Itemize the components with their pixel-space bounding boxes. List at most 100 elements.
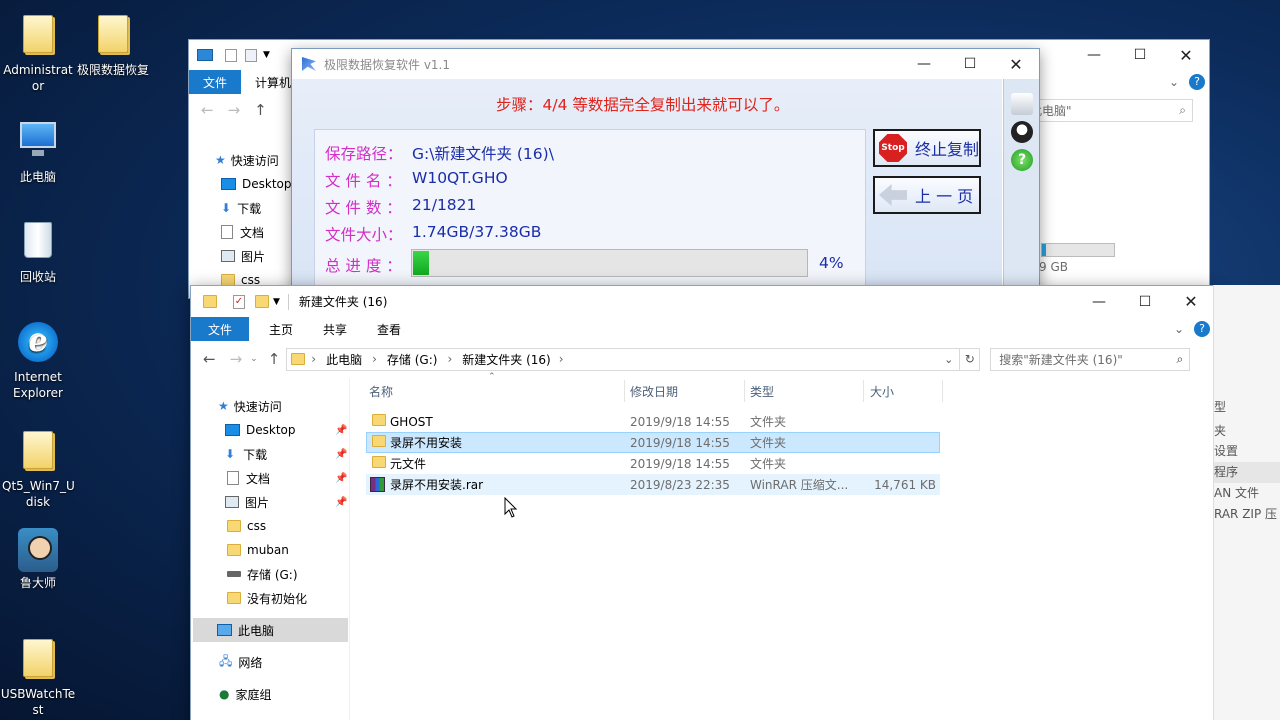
chevron-down-icon[interactable]: ▼ xyxy=(273,297,280,307)
nav-homegroup[interactable]: ● 家庭组 xyxy=(193,682,348,706)
nav-downloads[interactable]: ⬇ 下载 📌 xyxy=(193,442,348,466)
printer-icon[interactable] xyxy=(1011,93,1033,115)
maximize-button[interactable]: ☐ xyxy=(1122,287,1168,317)
nav-network[interactable]: 🖧 网络 xyxy=(193,650,348,674)
picture-icon xyxy=(221,250,235,262)
main-ribbon: 文件 主页 共享 查看 ⌄ ? xyxy=(191,317,1214,341)
info-row-file-size: 文件大小： 1.74GB/37.38GB xyxy=(325,223,542,244)
nav-uninitialized[interactable]: 没有初始化 xyxy=(193,586,348,610)
close-button[interactable]: ✕ xyxy=(1163,40,1209,70)
new-folder-icon[interactable] xyxy=(255,295,269,308)
desktop-icon-usbwatchtest[interactable]: USBWatchTest xyxy=(0,636,76,718)
forward-arrow-icon[interactable]: → xyxy=(230,350,243,368)
breadcrumb-drive[interactable]: 存储 (G:) xyxy=(387,351,438,368)
chevron-down-icon[interactable]: ⌄ xyxy=(1169,75,1179,89)
app-icon xyxy=(302,57,316,71)
address-dropdown-icon[interactable]: ⌄ xyxy=(944,353,953,366)
refresh-icon[interactable]: ↻ xyxy=(960,347,981,371)
folder-icon xyxy=(227,544,241,556)
tab-file[interactable]: 文件 xyxy=(189,70,242,94)
properties-icon[interactable]: ✓ xyxy=(233,294,245,309)
column-header-name[interactable]: 名称 xyxy=(369,380,623,402)
main-explorer-window[interactable]: ✓ ▼ 新建文件夹 (16) — ☐ ✕ 文件 主页 共享 查看 ⌄ ? ← →… xyxy=(190,285,1215,720)
nav-this-pc[interactable]: 此电脑 xyxy=(193,618,348,642)
folder-icon xyxy=(372,435,386,447)
back-search-input[interactable]: 此电脑" ⌕ xyxy=(1021,98,1193,122)
chevron-right-icon: › xyxy=(311,352,317,366)
desktop-icon-recovery-folder[interactable]: 极限数据恢复 xyxy=(75,12,151,78)
nav-muban[interactable]: muban xyxy=(193,538,348,562)
desktop-icon-ludashi[interactable]: 鲁大师 xyxy=(0,528,76,591)
up-arrow-icon[interactable]: ↑ xyxy=(268,350,281,368)
download-icon: ⬇ xyxy=(221,201,232,215)
forward-arrow-icon[interactable]: → xyxy=(228,101,241,119)
help-icon[interactable]: ? xyxy=(1189,74,1205,90)
file-row[interactable]: 录屏不用安装 2019/9/18 14:55 文件夹 xyxy=(366,432,940,453)
column-header-date[interactable]: 修改日期 xyxy=(624,380,744,402)
minimize-button[interactable]: — xyxy=(1071,40,1117,70)
download-icon: ⬇ xyxy=(225,447,236,461)
tab-view[interactable]: 查看 xyxy=(363,317,415,341)
qq-icon[interactable] xyxy=(1011,121,1033,143)
file-row[interactable]: 元文件 2019/9/18 14:55 文件夹 xyxy=(366,453,940,474)
chevron-down-icon[interactable]: ⌄ xyxy=(1174,322,1184,336)
help-icon[interactable]: ? xyxy=(1194,321,1210,337)
desktop-icon-recycle-bin[interactable]: 回收站 xyxy=(0,218,76,285)
stop-copy-button[interactable]: Stop 终止复制 xyxy=(873,129,981,167)
mouse-cursor-icon xyxy=(504,497,518,518)
nav-drive-g[interactable]: 存储 (G:) xyxy=(193,562,348,586)
new-folder-icon[interactable] xyxy=(245,48,257,62)
back-arrow-icon[interactable]: ← xyxy=(201,101,214,119)
minimize-button[interactable]: — xyxy=(901,49,947,79)
desktop-icon-administrator[interactable]: Administrator xyxy=(0,12,76,94)
address-bar[interactable]: › 此电脑 › 存储 (G:) › 新建文件夹 (16) › ⌄ xyxy=(286,347,961,371)
minimize-button[interactable]: — xyxy=(1076,287,1122,317)
breadcrumb-folder[interactable]: 新建文件夹 (16) xyxy=(462,351,550,368)
nav-pictures[interactable]: 图片 📌 xyxy=(193,490,348,514)
file-type: WinRAR 压缩文... xyxy=(750,478,849,492)
progress-percent: 4% xyxy=(819,254,844,272)
desktop-icon-this-pc[interactable]: 此电脑 xyxy=(0,116,76,185)
desktop-icon-qt5[interactable]: Qt5_Win7_U disk xyxy=(0,428,76,510)
close-button[interactable]: ✕ xyxy=(993,49,1039,79)
desktop-icon-label: Administrator xyxy=(3,63,73,93)
breadcrumb-this-pc[interactable]: 此电脑 xyxy=(326,351,362,368)
nav-documents[interactable]: 文档 📌 xyxy=(193,466,348,490)
chevron-down-icon[interactable]: ▼ xyxy=(263,50,270,60)
file-name: 录屏不用安装 xyxy=(390,436,463,450)
maximize-button[interactable]: ☐ xyxy=(1117,40,1163,70)
properties-icon[interactable] xyxy=(225,48,237,62)
file-name: 元文件 xyxy=(390,457,427,471)
nav-quick-access[interactable]: ★ 快速访问 xyxy=(193,394,348,418)
file-row[interactable]: 录屏不用安装.rar 2019/8/23 22:35 WinRAR 压缩文...… xyxy=(366,474,940,495)
previous-page-button[interactable]: 上 一 页 xyxy=(873,176,981,214)
file-type: 文件夹 xyxy=(750,457,787,471)
star-icon: ★ xyxy=(218,399,229,413)
file-date: 2019/8/23 22:35 xyxy=(630,477,730,492)
recent-chevron-icon[interactable]: ⌄ xyxy=(250,354,258,364)
tab-share[interactable]: 共享 xyxy=(309,317,363,341)
tab-home[interactable]: 主页 xyxy=(249,317,309,341)
desktop-icon-ie[interactable]: e Internet Explorer xyxy=(0,320,76,401)
maximize-button[interactable]: ☐ xyxy=(947,49,993,79)
chevron-right-icon: › xyxy=(447,352,453,366)
back-arrow-icon[interactable]: ← xyxy=(203,350,216,368)
file-row[interactable]: GHOST 2019/9/18 14:55 文件夹 xyxy=(366,411,940,432)
nav-desktop[interactable]: Desktop 📌 xyxy=(193,418,348,442)
tab-file[interactable]: 文件 xyxy=(191,317,250,341)
nav-css[interactable]: css xyxy=(193,514,348,538)
help-icon[interactable]: ? xyxy=(1011,149,1033,171)
recovery-title: 极限数据恢复软件 v1.1 xyxy=(324,57,451,72)
close-button[interactable]: ✕ xyxy=(1168,287,1214,317)
info-row-file-count: 文 件 数 ： 21/1821 xyxy=(325,196,477,217)
column-header-type[interactable]: 类型 xyxy=(744,380,862,402)
folder-icon xyxy=(203,295,217,308)
stop-icon: Stop xyxy=(879,134,907,162)
recovery-window[interactable]: 极限数据恢复软件 v1.1 — ☐ ✕ 步骤：4/4 等数据完全复制出来就可以了… xyxy=(291,48,1040,298)
file-date: 2019/9/18 14:55 xyxy=(630,456,730,471)
sliver-text: AN 文件 xyxy=(1214,486,1260,500)
search-input[interactable]: 搜索"新建文件夹 (16)" ⌕ xyxy=(990,347,1191,371)
column-header-size[interactable]: 大小 xyxy=(863,380,943,402)
up-arrow-icon[interactable]: ↑ xyxy=(254,101,267,119)
homegroup-icon: ● xyxy=(219,687,230,701)
